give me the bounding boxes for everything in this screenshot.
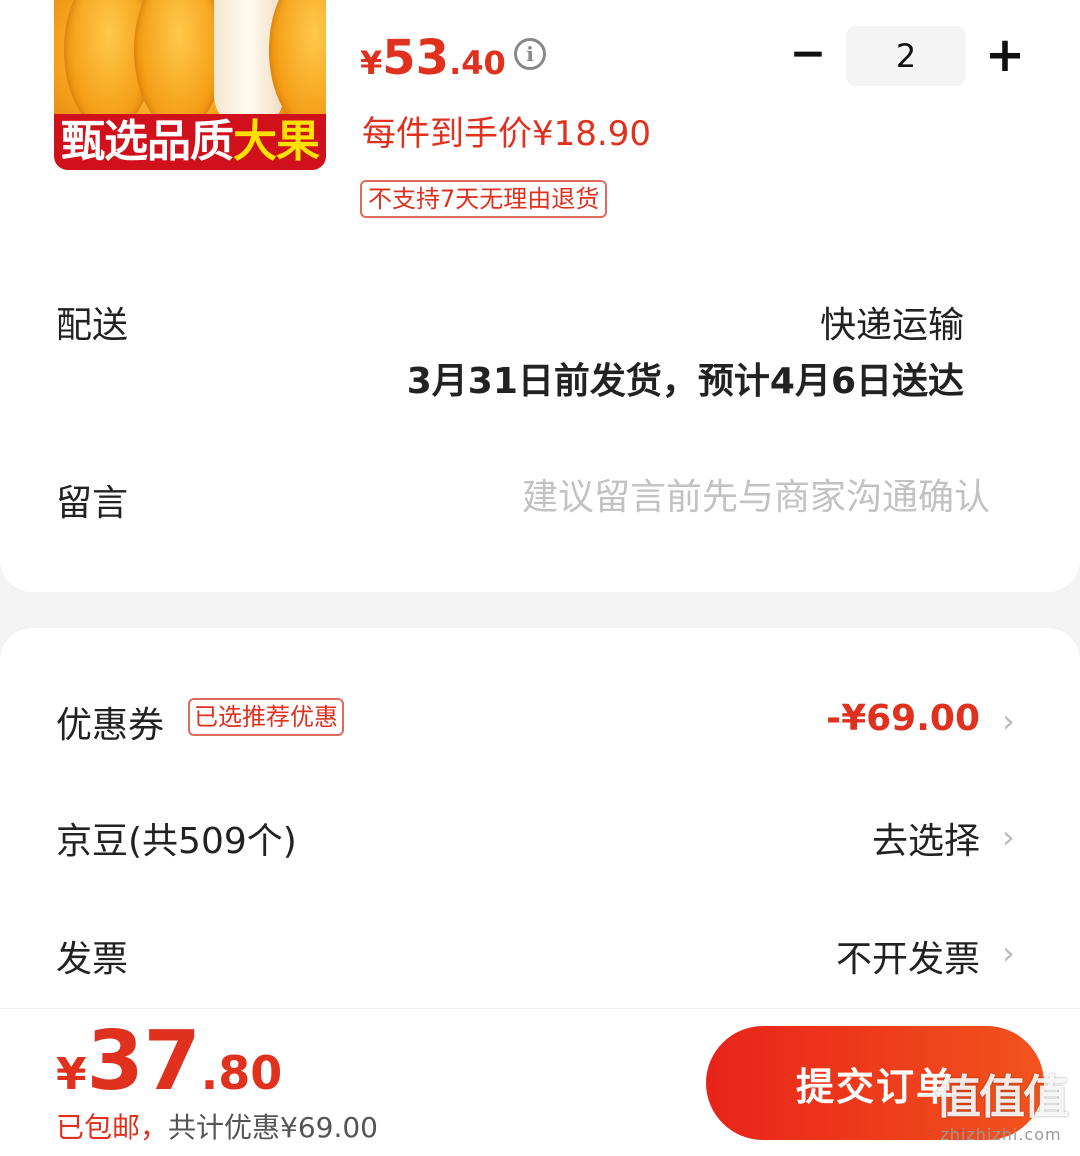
delivery-method: 快递运输 — [819, 305, 964, 346]
watermark-logo: 值值值 — [935, 1070, 1069, 1124]
jingdou-label: 京豆(共509个) — [56, 821, 297, 862]
coupon-label: 优惠券 — [56, 705, 165, 746]
coupon-recommend-tag: 已选推荐优惠 — [188, 698, 344, 736]
quantity-input[interactable]: 2 — [846, 26, 966, 86]
product-image-banner: 甄选品质大果 — [54, 114, 326, 170]
total-summary: 已包邮，共计优惠¥69.00 — [56, 1111, 378, 1144]
return-policy-tag: 不支持7天无理由退货 — [360, 180, 608, 218]
total-price: ¥37.80 — [56, 1014, 283, 1109]
orange-segment — [134, 0, 224, 130]
chevron-right-icon[interactable]: › — [1002, 937, 1018, 969]
delivery-label: 配送 — [56, 305, 129, 346]
product-image[interactable]: 甄选品质大果 — [54, 0, 326, 170]
product-price: ¥53.40 — [360, 30, 506, 86]
invoice-label: 发票 — [56, 939, 129, 980]
invoice-select[interactable]: 不开发票 — [836, 930, 980, 982]
message-label: 留言 — [56, 483, 129, 524]
info-icon[interactable]: i — [514, 38, 546, 70]
quantity-increase-button[interactable]: + — [982, 31, 1028, 80]
coupon-value[interactable]: -¥69.00 — [826, 698, 980, 739]
message-input[interactable] — [430, 472, 990, 522]
delivery-estimate: 3月31日前发货，预计4月6日送达 — [406, 361, 964, 402]
chevron-right-icon[interactable]: › — [1002, 821, 1018, 853]
unit-price: 每件到手价¥18.90 — [362, 114, 651, 154]
jingdou-select[interactable]: 去选择 — [872, 812, 980, 864]
quantity-decrease-button[interactable]: − — [786, 32, 830, 78]
watermark-text: zhizhizhi.com — [940, 1125, 1062, 1144]
watermark: 值值值 zhizhizhi.com — [926, 1070, 1076, 1154]
chevron-right-icon[interactable]: › — [1002, 705, 1018, 737]
